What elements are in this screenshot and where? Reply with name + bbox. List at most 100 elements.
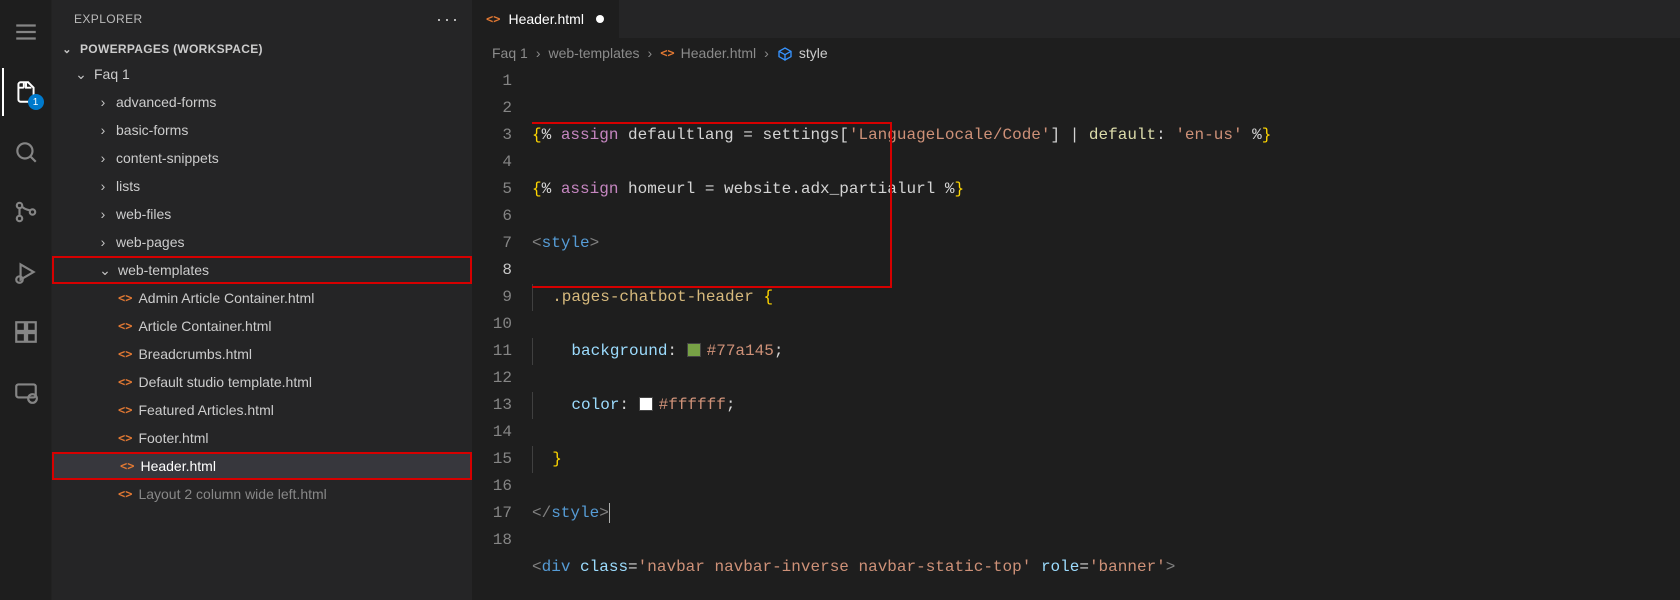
line-number: 4 bbox=[472, 149, 512, 176]
files-badge: 1 bbox=[28, 94, 44, 110]
html-file-icon: <> bbox=[120, 459, 134, 473]
html-file-icon: <> bbox=[486, 12, 500, 26]
source-control-icon[interactable] bbox=[2, 188, 50, 236]
chevron-right-icon bbox=[96, 206, 110, 222]
tree-label: Layout 2 column wide left.html bbox=[138, 486, 326, 502]
color-swatch-icon bbox=[687, 343, 701, 357]
editor-group: <> Header.html Faq 1 › web-templates › <… bbox=[472, 0, 1680, 600]
explorer-sidebar: EXPLORER ··· ⌄ POWERPAGES (WORKSPACE) Fa… bbox=[52, 0, 472, 600]
code-line: background: #77a145; bbox=[532, 338, 1680, 365]
tree-label: Header.html bbox=[140, 458, 215, 474]
file-tree: Faq 1 advanced-forms basic-forms content… bbox=[52, 60, 472, 600]
tree-file[interactable]: <> Footer.html bbox=[52, 424, 472, 452]
tree-label: content-snippets bbox=[116, 150, 219, 166]
tree-label: web-templates bbox=[118, 262, 209, 278]
chevron-down-icon: ⌄ bbox=[60, 43, 74, 56]
line-number: 6 bbox=[472, 203, 512, 230]
text-cursor bbox=[609, 503, 610, 523]
tree-file[interactable]: <> Admin Article Container.html bbox=[52, 284, 472, 312]
html-file-icon: <> bbox=[118, 319, 132, 333]
explorer-actions-icon[interactable]: ··· bbox=[436, 9, 460, 30]
chevron-right-icon bbox=[96, 150, 110, 166]
tree-label: lists bbox=[116, 178, 140, 194]
chevron-right-icon: › bbox=[764, 45, 769, 61]
tree-folder[interactable]: web-files bbox=[52, 200, 472, 228]
line-number: 10 bbox=[472, 311, 512, 338]
tree-label: basic-forms bbox=[116, 122, 188, 138]
code-line: {% assign homeurl = website.adx_partialu… bbox=[532, 176, 1680, 203]
tree-file[interactable]: <> Featured Articles.html bbox=[52, 396, 472, 424]
breadcrumb-item[interactable]: <> Header.html bbox=[660, 45, 756, 61]
line-number: 3 bbox=[472, 122, 512, 149]
tab-bar: <> Header.html bbox=[472, 0, 1680, 38]
activity-bar: 1 bbox=[0, 0, 52, 600]
workspace-section[interactable]: ⌄ POWERPAGES (WORKSPACE) bbox=[52, 38, 472, 60]
chevron-right-icon bbox=[96, 94, 110, 110]
line-number: 9 bbox=[472, 284, 512, 311]
line-number: 14 bbox=[472, 419, 512, 446]
tree-label: web-pages bbox=[116, 234, 185, 250]
run-debug-icon[interactable] bbox=[2, 248, 50, 296]
explorer-title: EXPLORER bbox=[74, 12, 143, 26]
code-line: color: #ffffff; bbox=[532, 392, 1680, 419]
remote-icon[interactable] bbox=[2, 368, 50, 416]
tree-folder[interactable]: advanced-forms bbox=[52, 88, 472, 116]
tree-folder-root[interactable]: Faq 1 bbox=[52, 60, 472, 88]
line-number: 11 bbox=[472, 338, 512, 365]
tree-folder[interactable]: web-pages bbox=[52, 228, 472, 256]
line-number: 5 bbox=[472, 176, 512, 203]
chevron-right-icon bbox=[96, 234, 110, 250]
extensions-icon[interactable] bbox=[2, 308, 50, 356]
chevron-right-icon bbox=[96, 122, 110, 138]
code-line: } bbox=[532, 446, 1680, 473]
color-swatch-icon bbox=[639, 397, 653, 411]
breadcrumb-item[interactable]: web-templates bbox=[548, 45, 639, 61]
chevron-right-icon bbox=[96, 178, 110, 194]
html-file-icon: <> bbox=[660, 46, 674, 60]
tree-label: Breadcrumbs.html bbox=[138, 346, 252, 362]
code-editor[interactable]: 1 2 3 4 5 6 7 8 9 10 11 12 13 14 15 16 1… bbox=[472, 68, 1680, 600]
tree-folder-web-templates[interactable]: web-templates bbox=[52, 256, 472, 284]
html-file-icon: <> bbox=[118, 347, 132, 361]
tree-folder[interactable]: lists bbox=[52, 172, 472, 200]
line-number: 17 bbox=[472, 500, 512, 527]
line-number: 8 bbox=[472, 257, 512, 284]
tree-label: Default studio template.html bbox=[138, 374, 312, 390]
tree-label: Footer.html bbox=[138, 430, 208, 446]
chevron-down-icon bbox=[98, 262, 112, 279]
line-number: 12 bbox=[472, 365, 512, 392]
search-icon[interactable] bbox=[2, 128, 50, 176]
tree-label: Article Container.html bbox=[138, 318, 271, 334]
tree-file-header[interactable]: <> Header.html bbox=[52, 452, 472, 480]
gutter: 1 2 3 4 5 6 7 8 9 10 11 12 13 14 15 16 1… bbox=[472, 68, 532, 600]
chevron-down-icon bbox=[74, 66, 88, 83]
tree-folder[interactable]: content-snippets bbox=[52, 144, 472, 172]
breadcrumbs: Faq 1 › web-templates › <> Header.html ›… bbox=[472, 38, 1680, 68]
line-number: 2 bbox=[472, 95, 512, 122]
code-line: {% assign defaultlang = settings['Langua… bbox=[532, 122, 1680, 149]
code-line: <div class='navbar navbar-inverse navbar… bbox=[532, 554, 1680, 581]
breadcrumb-symbol[interactable]: style bbox=[777, 44, 828, 61]
code-content[interactable]: {% assign defaultlang = settings['Langua… bbox=[532, 68, 1680, 600]
tree-file[interactable]: <> Article Container.html bbox=[52, 312, 472, 340]
html-file-icon: <> bbox=[118, 431, 132, 445]
tree-label: Faq 1 bbox=[94, 66, 130, 82]
chevron-right-icon: › bbox=[536, 45, 541, 61]
line-number: 1 bbox=[472, 68, 512, 95]
tree-file[interactable]: <> Default studio template.html bbox=[52, 368, 472, 396]
tab-header-html[interactable]: <> Header.html bbox=[472, 0, 619, 38]
breadcrumb-item[interactable]: Faq 1 bbox=[492, 45, 528, 61]
tree-label: Featured Articles.html bbox=[138, 402, 273, 418]
line-number: 13 bbox=[472, 392, 512, 419]
code-line: .pages-chatbot-header { bbox=[532, 284, 1680, 311]
tree-label: web-files bbox=[116, 206, 171, 222]
tree-folder[interactable]: basic-forms bbox=[52, 116, 472, 144]
explorer-header: EXPLORER ··· bbox=[52, 0, 472, 38]
menu-icon[interactable] bbox=[2, 8, 50, 56]
code-line: <style> bbox=[532, 230, 1680, 257]
explorer-icon[interactable]: 1 bbox=[2, 68, 50, 116]
tree-file[interactable]: <> Breadcrumbs.html bbox=[52, 340, 472, 368]
line-number: 15 bbox=[472, 446, 512, 473]
tree-file[interactable]: <> Layout 2 column wide left.html bbox=[52, 480, 472, 508]
html-file-icon: <> bbox=[118, 487, 132, 501]
